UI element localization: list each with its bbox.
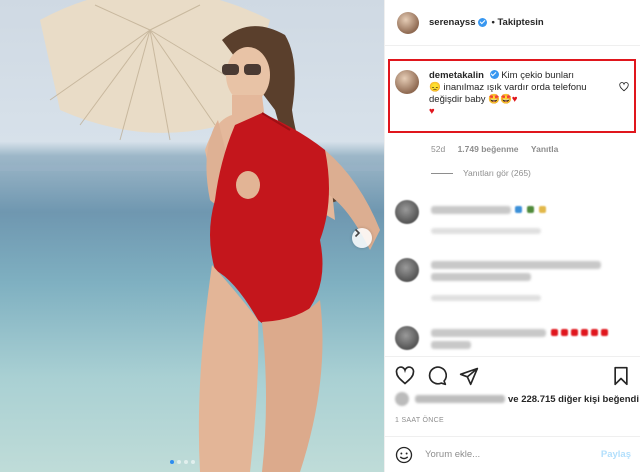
blurred-meta [431,295,541,301]
highlighted-comment: demetakalin Kim çekio bunları 😞 inanılma… [395,70,625,118]
blurred-liker-name [415,395,505,403]
post-side-panel: serenayss • Takiptesin demetakalin Kim ç… [384,0,640,472]
blurred-text [431,329,546,337]
liker-avatar [395,392,409,406]
verified-badge-icon [478,18,488,27]
blurred-avatar [395,326,419,350]
carousel-dot [184,460,188,464]
blurred-avatar [395,200,419,224]
post-timestamp: 1 SAAT ÖNCE [395,417,444,424]
carousel-dot [177,460,181,464]
comment-meta: 52d 1.749 beğenme Yanıtla [431,144,568,154]
comment-body-part1: Kim çekio bunları [501,70,575,81]
likes-summary: ve 228.715 diğer kişi beğendi [395,392,639,406]
blurred-emoji-icon [515,206,522,213]
author-username[interactable]: serenayss [429,17,475,28]
blurred-text [431,341,471,349]
carousel-dots [170,460,195,464]
post-header: serenayss • Takiptesin [385,0,640,46]
blurred-avatar [395,258,419,282]
blurred-emoji-icon [561,329,568,336]
blurred-emoji-icon [551,329,558,336]
blurred-emoji-icon [591,329,598,336]
replies-divider [431,172,453,174]
blurred-emoji-icon [571,329,578,336]
blurred-emoji-icon [601,329,608,336]
comment-text: demetakalin Kim çekio bunları 😞 inanılma… [429,70,609,118]
blurred-text [431,261,601,269]
photo-illustration [0,0,384,472]
comment-icon[interactable] [427,366,447,386]
emoji-icon[interactable] [395,446,413,464]
verified-badge-icon [489,70,499,79]
red-heart-emoji-icon: ♥ [429,106,435,117]
comment-age: 52d [431,144,446,154]
post-photo[interactable] [0,0,384,472]
comment-bar: Yorum ekle... Paylaş [385,436,640,472]
chevron-right-icon [354,228,361,238]
blurred-emoji-icon [527,206,534,213]
commenter-avatar[interactable] [395,70,419,94]
carousel-dot [191,460,195,464]
post-actions [385,356,640,396]
commenter-username[interactable]: demetakalin [429,70,484,81]
reply-button[interactable]: Yanıtla [531,144,558,154]
sad-face-emoji-icon: 😞 [429,82,441,93]
next-photo-button[interactable] [352,228,372,248]
author-avatar[interactable] [397,11,419,34]
comment-like-heart-icon[interactable] [619,82,629,92]
view-replies[interactable]: Yanıtları gör (265) [431,168,531,178]
blurred-emoji-icon [539,206,546,213]
share-icon[interactable] [459,366,479,386]
bookmark-icon[interactable] [611,366,631,386]
blurred-text [431,206,511,214]
red-heart-emoji-icon: ♥ [511,94,518,105]
blurred-meta [431,228,541,234]
follow-status[interactable]: • Takiptesin [491,17,543,28]
comment-likes[interactable]: 1.749 beğenme [458,144,519,154]
comment-input[interactable]: Yorum ekle... [425,449,480,460]
carousel-dot-active [170,460,174,464]
likes-count-text[interactable]: ve 228.715 diğer kişi beğendi [508,394,639,405]
view-replies-label[interactable]: Yanıtları gör (265) [463,168,531,178]
blurred-emoji-icon [581,329,588,336]
heart-icon[interactable] [395,366,415,386]
share-comment-button[interactable]: Paylaş [601,449,631,460]
heart-eyes-emoji-icon: 🤩🤩 [488,94,512,105]
blurred-text [431,273,531,281]
